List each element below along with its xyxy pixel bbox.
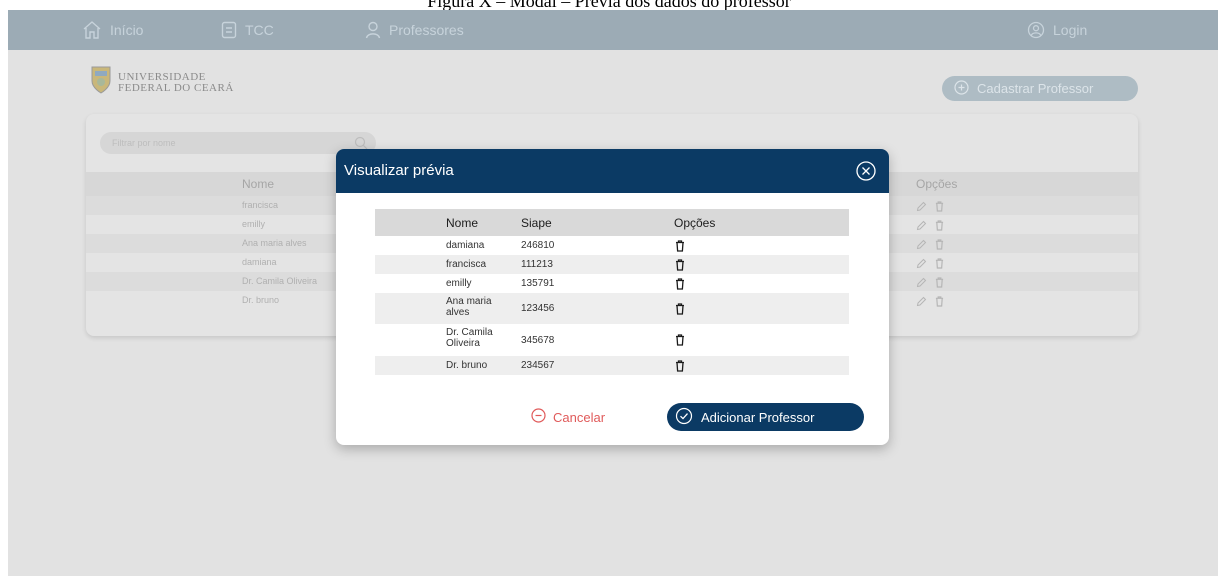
add-professor-label: Adicionar Professor [701, 409, 815, 425]
row-siape: 123456 [521, 303, 555, 314]
table-header: Nome Siape Opções [375, 209, 849, 236]
preview-table: Nome Siape Opções damiana 246810 francisca… [375, 209, 849, 375]
trash-icon[interactable] [675, 239, 685, 255]
row-name: Dr. Camila Oliveira [242, 276, 318, 286]
row-siape: 234567 [521, 360, 555, 371]
university-logo: UNIVERSIDADE FEDERAL DO CEARÁ [90, 65, 234, 100]
navbar: Início TCC Professores Login [8, 10, 1218, 50]
plus-circle-icon [954, 79, 969, 98]
trash-icon[interactable] [675, 302, 685, 318]
table-row: Dr. Camila Oliveira 345678 [375, 324, 849, 356]
nav-item-professores[interactable]: Professores [365, 10, 464, 50]
login-link[interactable]: Login [1027, 10, 1087, 50]
column-header-siape: Siape [521, 216, 552, 230]
row-siape: 135791 [521, 278, 555, 289]
preview-modal: Visualizar prévia Nome Siape Opções dami… [336, 149, 889, 445]
table-row: damiana 246810 [375, 236, 849, 255]
logo-line-2: FEDERAL DO CEARÁ [118, 81, 234, 94]
crest-icon [90, 65, 112, 100]
table-row: Dr. bruno 234567 [375, 356, 849, 375]
column-header-opcoes: Opções [916, 177, 958, 191]
check-circle-icon [675, 407, 693, 428]
trash-icon[interactable] [935, 294, 944, 312]
trash-icon[interactable] [675, 258, 685, 274]
search-placeholder: Filtrar por nome [112, 138, 176, 148]
home-icon [82, 20, 102, 40]
row-siape: 345678 [521, 334, 555, 346]
row-nome: Dr. bruno [446, 360, 488, 371]
row-name: Ana maria alves [242, 238, 307, 248]
row-name: damiana [242, 257, 277, 267]
row-nome: francisca [446, 259, 487, 270]
row-siape: 246810 [521, 240, 555, 251]
trash-icon[interactable] [675, 334, 685, 349]
cancel-button[interactable]: Cancelar [531, 408, 605, 426]
row-nome: Ana maria alves [446, 296, 492, 318]
row-nome: Dr. Camila Oliveira [446, 327, 493, 349]
minus-circle-icon [531, 408, 546, 426]
logo-line-1: UNIVERSIDADE [118, 70, 206, 83]
column-header-nome: Nome [242, 177, 275, 191]
column-header-opcoes: Opções [674, 216, 716, 230]
add-professor-button[interactable]: Adicionar Professor [667, 403, 864, 431]
nav-item-tcc[interactable]: TCC [221, 10, 274, 50]
app-window: Início TCC Professores Login UNIVERSIDAD… [8, 10, 1218, 576]
user-circle-icon [1027, 21, 1045, 39]
nav-label-professores: Professores [389, 22, 464, 38]
table-row: emilly 135791 [375, 274, 849, 293]
table-row: francisca 111213 [375, 255, 849, 274]
table-row: Ana maria alves 123456 [375, 293, 849, 324]
row-siape: 111213 [521, 259, 553, 270]
nav-item-inicio[interactable]: Início [82, 10, 143, 50]
login-label: Login [1053, 22, 1088, 38]
cancel-label: Cancelar [553, 409, 606, 425]
row-name: Dr. bruno [242, 295, 280, 305]
modal-header: Visualizar prévia [336, 149, 889, 193]
pencil-icon[interactable] [916, 294, 927, 312]
close-icon[interactable] [855, 160, 877, 187]
nav-label-inicio: Início [110, 22, 144, 38]
user-icon [365, 21, 381, 39]
document-icon [221, 21, 237, 39]
search-input[interactable]: Filtrar por nome [100, 132, 376, 154]
modal-actions: Cancelar Adicionar Professor [336, 403, 889, 433]
modal-title: Visualizar prévia [344, 162, 454, 179]
trash-icon[interactable] [675, 277, 685, 293]
cadastrar-label: Cadastrar Professor [977, 81, 1094, 96]
row-name: francisca [242, 200, 279, 210]
row-actions [916, 294, 944, 312]
column-header-nome: Nome [446, 216, 479, 230]
row-nome: damiana [446, 240, 485, 251]
row-nome: emilly [446, 278, 472, 289]
nav-label-tcc: TCC [245, 22, 274, 38]
cadastrar-professor-button[interactable]: Cadastrar Professor [942, 76, 1138, 101]
row-name: emilly [242, 219, 266, 229]
trash-icon[interactable] [675, 359, 685, 375]
